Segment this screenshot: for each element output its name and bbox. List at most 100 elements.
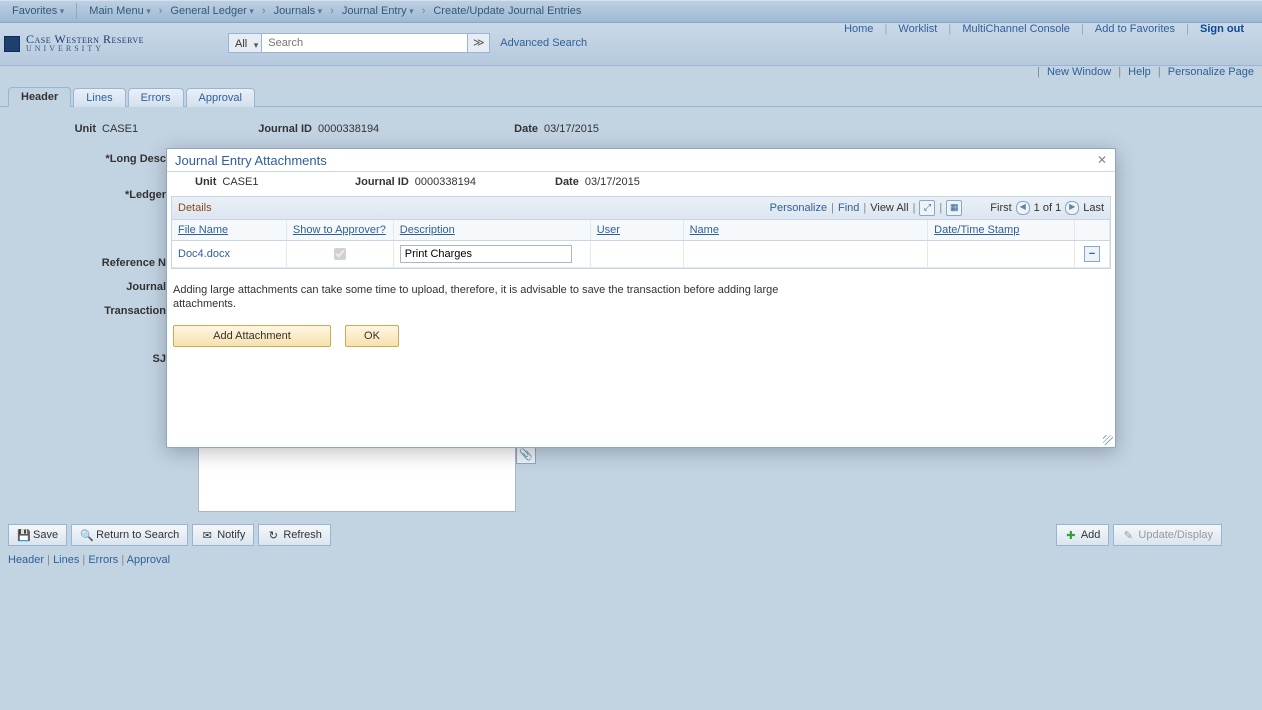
date-value: 03/17/2015 <box>544 123 599 135</box>
dialog-header-fields: Unit CASE1 Journal ID 0000338194 Date 03… <box>167 172 1115 196</box>
dialog-resize-handle[interactable] <box>1103 435 1113 445</box>
search-go-icon: ≫ <box>473 37 485 49</box>
details-title: Details <box>178 202 212 214</box>
tab-errors[interactable]: Errors <box>128 88 184 107</box>
journal-id-value: 0000338194 <box>318 123 478 135</box>
col-file-name[interactable]: File Name <box>172 220 286 241</box>
dlg-journal-id-label: Journal ID <box>355 176 409 188</box>
show-to-approver-checkbox[interactable] <box>334 248 346 260</box>
description-input[interactable] <box>400 245 572 263</box>
add-to-favorites-link[interactable]: Add to Favorites <box>1095 23 1175 35</box>
add-attachment-button[interactable]: Add Attachment <box>173 325 331 347</box>
footer-link-lines[interactable]: Lines <box>53 554 79 566</box>
logo-line1: Case Western Reserve <box>26 34 144 44</box>
dialog-button-row: Add Attachment OK <box>167 315 1115 357</box>
find-link[interactable]: Find <box>838 202 859 214</box>
notify-icon: ✉ <box>201 529 213 542</box>
ledger-label: *Ledger <box>70 189 166 201</box>
new-window-link[interactable]: New Window <box>1047 66 1111 78</box>
notify-button[interactable]: ✉ Notify <box>192 524 254 546</box>
top-right-links: Home | Worklist | MultiChannel Console |… <box>836 23 1252 35</box>
advanced-search-link[interactable]: Advanced Search <box>500 37 587 49</box>
tab-header[interactable]: Header <box>8 87 71 107</box>
sign-out-link[interactable]: Sign out <box>1200 23 1244 35</box>
tab-approval[interactable]: Approval <box>186 88 255 107</box>
nav-count: 1 of 1 <box>1034 202 1062 214</box>
name-cell <box>683 241 928 268</box>
dialog-title: Journal Entry Attachments <box>175 153 327 168</box>
attachment-hint-text: Adding large attachments can take some t… <box>167 269 799 315</box>
zoom-icon[interactable]: ⤢ <box>919 200 935 216</box>
footer-link-errors[interactable]: Errors <box>88 554 118 566</box>
date-label: Date <box>508 123 538 135</box>
save-button[interactable]: 💾 Save <box>8 524 67 546</box>
refresh-button[interactable]: ↻ Refresh <box>258 524 331 546</box>
col-datetime-stamp[interactable]: Date/Time Stamp <box>928 220 1075 241</box>
favorites-menu[interactable]: Favorites <box>6 5 70 17</box>
transaction-label: Transaction <box>70 305 166 317</box>
search-button[interactable]: ≫ <box>468 33 490 53</box>
chevron-right-icon <box>260 5 268 17</box>
unit-value: CASE1 <box>102 123 242 135</box>
crumb-create-update[interactable]: Create/Update Journal Entries <box>427 5 587 17</box>
chevron-right-icon <box>420 5 428 17</box>
divider <box>76 3 77 19</box>
header-bar: Case Western Reserve UNIVERSITY All ≫ Ad… <box>0 23 1262 66</box>
tab-lines[interactable]: Lines <box>73 88 125 107</box>
refresh-label: Refresh <box>283 529 322 541</box>
grid-toolbar: Personalize | Find | View All | ⤢ | ▦ Fi… <box>770 200 1104 216</box>
add-button[interactable]: ✚ Add <box>1056 524 1110 546</box>
personalize-link[interactable]: Personalize <box>770 202 827 214</box>
attachment-row: Doc4.docx − <box>172 241 1110 268</box>
col-user[interactable]: User <box>590 220 683 241</box>
unit-label: Unit <box>70 123 96 135</box>
update-display-button[interactable]: ✎ Update/Display <box>1113 524 1222 546</box>
nav-first[interactable]: First <box>990 202 1011 214</box>
sj-label: SJ <box>70 353 166 365</box>
long-description-label: *Long Desc <box>70 153 166 165</box>
datetime-cell <box>928 241 1075 268</box>
delete-row-button[interactable]: − <box>1084 246 1100 262</box>
update-label: Update/Display <box>1138 529 1213 541</box>
crumb-journals[interactable]: Journals <box>268 5 329 17</box>
logo-line2: UNIVERSITY <box>26 44 144 54</box>
add-icon: ✚ <box>1065 529 1077 542</box>
multichannel-link[interactable]: MultiChannel Console <box>962 23 1070 35</box>
crumb-journal-entry[interactable]: Journal Entry <box>336 5 420 17</box>
return-to-search-button[interactable]: 🔍 Return to Search <box>71 524 188 546</box>
file-name-link[interactable]: Doc4.docx <box>178 248 230 260</box>
main-menu[interactable]: Main Menu <box>83 5 156 17</box>
details-grid: Details Personalize | Find | View All | … <box>171 196 1111 269</box>
notify-label: Notify <box>217 529 245 541</box>
search-scope-dropdown[interactable]: All <box>228 33 262 53</box>
view-all-link[interactable]: View All <box>870 202 908 214</box>
chevron-right-icon <box>157 5 165 17</box>
personalize-page-link[interactable]: Personalize Page <box>1168 66 1254 78</box>
col-show-to-approver[interactable]: Show to Approver? <box>286 220 393 241</box>
footer-links: Header | Lines | Errors | Approval <box>0 550 1234 570</box>
search-input[interactable] <box>262 33 468 53</box>
page-tabs: Header Lines Errors Approval <box>0 84 1262 107</box>
dialog-titlebar[interactable]: Journal Entry Attachments ✕ <box>167 149 1115 172</box>
dialog-close-button[interactable]: ✕ <box>1097 153 1107 167</box>
dlg-journal-id-value: 0000338194 <box>415 176 476 188</box>
footer-link-approval[interactable]: Approval <box>127 554 170 566</box>
col-name[interactable]: Name <box>683 220 928 241</box>
close-icon: ✕ <box>1097 153 1107 167</box>
paperclip-icon: 📎 <box>519 448 533 461</box>
nav-prev-icon[interactable]: ◀ <box>1016 201 1030 215</box>
search-area: All ≫ Advanced Search <box>228 33 587 53</box>
dlg-date-value: 03/17/2015 <box>585 176 640 188</box>
journal-entry-attachments-dialog: Journal Entry Attachments ✕ Unit CASE1 J… <box>166 148 1116 448</box>
crumb-general-ledger[interactable]: General Ledger <box>164 5 259 17</box>
home-link[interactable]: Home <box>844 23 873 35</box>
grid-view-icon[interactable]: ▦ <box>946 200 962 216</box>
col-description[interactable]: Description <box>393 220 590 241</box>
worklist-link[interactable]: Worklist <box>898 23 937 35</box>
ok-button[interactable]: OK <box>345 325 399 347</box>
footer-link-header[interactable]: Header <box>8 554 44 566</box>
nav-last[interactable]: Last <box>1083 202 1104 214</box>
reference-number-label: Reference N <box>70 257 166 269</box>
help-link[interactable]: Help <box>1128 66 1151 78</box>
nav-next-icon[interactable]: ▶ <box>1065 201 1079 215</box>
